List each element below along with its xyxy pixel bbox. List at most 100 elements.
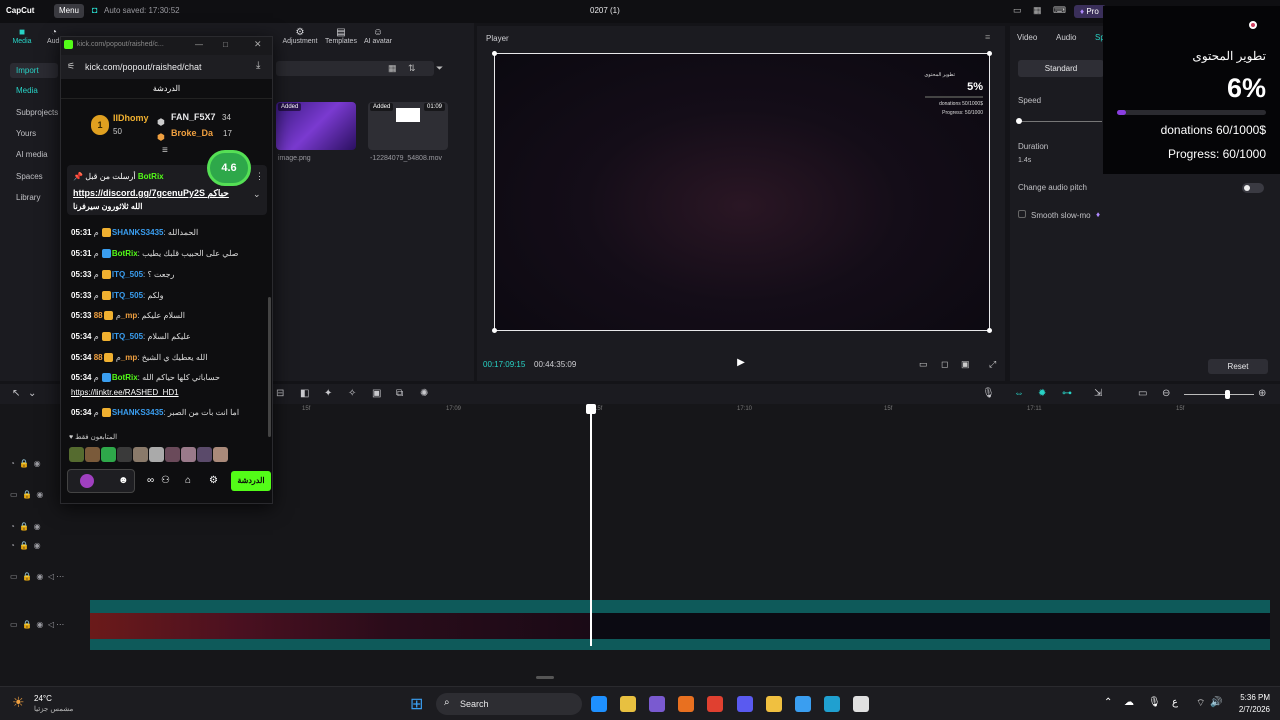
tab-audio[interactable]: Audio — [1056, 33, 1076, 42]
chevron-up-icon[interactable]: ⌃ — [1104, 697, 1112, 708]
tool-adjustment[interactable]: ⚙ Adjustment — [280, 27, 320, 49]
weather-icon[interactable]: ☀ — [12, 694, 25, 711]
chat-scrollbar[interactable] — [268, 297, 271, 437]
track-lock-icon[interactable]: ◔ 🔒 ◉ — [10, 522, 41, 531]
chevron-down-icon[interactable]: ⌄ — [253, 189, 261, 200]
message-user[interactable]: 88_mp — [94, 353, 138, 362]
filter-icon[interactable]: ⏷ — [436, 63, 443, 74]
ratio-icon[interactable]: ▭ — [919, 359, 928, 370]
ai-icon[interactable]: ✺ — [420, 388, 428, 399]
chat-message[interactable]: 05:31 م SHANKS3435: الحمدالله — [71, 228, 261, 242]
playhead-handle[interactable] — [586, 404, 596, 414]
shortcut-icon[interactable]: ⌨ — [1053, 5, 1066, 16]
clock-date[interactable]: 2/7/2026 — [1218, 705, 1270, 714]
player-menu-icon[interactable]: ≡ — [985, 32, 990, 42]
caption-icon[interactable]: ▭ — [1138, 388, 1147, 399]
minimize-icon[interactable]: — — [195, 40, 203, 49]
menu-button[interactable]: Menu — [54, 4, 84, 18]
taskbar-app-icon[interactable] — [766, 696, 782, 712]
emoji-icon[interactable]: ☻ — [118, 475, 129, 486]
sort-icon[interactable]: ⇅ — [408, 63, 416, 74]
zoom-out-icon[interactable]: ⊖ — [1162, 388, 1170, 399]
chat-message[interactable]: 05:33 م ITQ_505: رجعت ؟ — [71, 270, 261, 284]
taskbar-app-icon[interactable] — [707, 696, 723, 712]
tool-media[interactable]: ■ Media — [5, 27, 39, 49]
duration-value[interactable]: 1.4s — [1018, 157, 1031, 164]
site-settings-icon[interactable]: ⚟ — [67, 61, 75, 72]
message-user[interactable]: SHANKS3435 — [112, 408, 164, 417]
taskbar-app-icon[interactable] — [853, 696, 869, 712]
tool-templates[interactable]: ▤ Templates — [322, 27, 360, 49]
nav-spaces[interactable]: Spaces — [10, 169, 58, 184]
mirror-icon[interactable]: ◧ — [300, 388, 309, 399]
follower-avatar[interactable] — [181, 447, 196, 462]
link-icon[interactable]: ⇔ — [1014, 388, 1024, 399]
message-user[interactable]: ITQ_505 — [112, 270, 143, 279]
zoom-icon[interactable]: ◻ — [941, 359, 948, 370]
message-user[interactable]: BotRix — [112, 373, 138, 382]
chat-send-button[interactable]: الدردشة — [231, 471, 271, 491]
nav-library[interactable]: Library — [10, 190, 58, 205]
preview-axis-icon[interactable]: ⇲ — [1094, 388, 1102, 399]
taskbar-app-icon[interactable] — [678, 696, 694, 712]
audio-pitch-toggle[interactable] — [1242, 183, 1264, 193]
project-title[interactable]: 0207 (1) — [590, 6, 620, 15]
chat-message[interactable]: 05:33 م 88_mp: السلام عليكم — [71, 311, 261, 325]
leader-name[interactable]: IIDhomy — [113, 113, 149, 123]
grid-view-icon[interactable]: ▦ — [388, 63, 397, 74]
chat-message[interactable]: 05:34 م SHANKS3435: اما انت بات من الصبر — [71, 408, 261, 422]
chat-message[interactable]: 05:33 م ITQ_505: ولكم — [71, 291, 261, 305]
track-lock-icon[interactable]: ▭ 🔒 ◉ ◁ ⋯ — [10, 620, 64, 629]
speed-slider[interactable] — [1018, 121, 1102, 122]
follower-avatar[interactable] — [85, 447, 100, 462]
close-icon[interactable]: ✕ — [254, 39, 262, 50]
fullscreen-icon[interactable]: ⤢ — [989, 359, 996, 370]
smooth-checkbox[interactable] — [1018, 210, 1026, 218]
leader-name[interactable]: Broke_Da — [171, 128, 213, 138]
cloud-icon[interactable]: ☁ — [1124, 697, 1134, 708]
network-icon[interactable]: ⌔ — [1196, 697, 1205, 710]
nav-media[interactable]: Media — [10, 83, 58, 98]
keyframe-icon[interactable]: ✦ — [324, 388, 332, 399]
taskbar-app-icon[interactable] — [824, 696, 840, 712]
expand-icon[interactable]: ≡ — [162, 145, 168, 156]
gear-icon[interactable]: ⚙ — [209, 475, 218, 486]
chat-message[interactable]: 05:34 م ITQ_505: عليكم السلام — [71, 332, 261, 346]
zoom-slider-handle[interactable] — [1225, 390, 1230, 399]
download-icon[interactable]: ⤓ — [256, 60, 260, 71]
follower-avatar[interactable] — [117, 447, 132, 462]
play-icon[interactable]: ▶ — [735, 357, 747, 369]
tab-video[interactable]: Video — [1017, 33, 1037, 42]
maximize-icon[interactable]: □ — [223, 40, 228, 49]
chevron-down-icon[interactable]: ⌄ — [28, 388, 36, 399]
crop-icon[interactable]: ▣ — [372, 388, 381, 399]
mic-icon[interactable]: 🎙 — [1148, 697, 1161, 708]
taskbar-app-icon[interactable] — [649, 696, 665, 712]
weather-temp[interactable]: 24°C — [34, 694, 52, 703]
follower-avatar[interactable] — [165, 447, 180, 462]
track-lock-icon[interactable]: ◔ 🔒 ◉ — [10, 459, 41, 468]
track-lock-icon[interactable]: ▭ 🔒 ◉ — [10, 490, 43, 499]
taskbar-search[interactable]: ⌕ Search — [436, 693, 582, 715]
leader-name[interactable]: FAN_F5X7 — [171, 112, 216, 122]
users-icon[interactable]: ⚇ — [161, 475, 170, 486]
layout-icon[interactable]: ▭ — [1013, 5, 1022, 16]
taskbar-app-icon[interactable] — [591, 696, 607, 712]
reset-button[interactable]: Reset — [1208, 359, 1268, 374]
resize-handle-tr[interactable] — [987, 51, 992, 56]
follower-avatar[interactable] — [69, 447, 84, 462]
taskbar-app-icon[interactable] — [620, 696, 636, 712]
resize-handle-br[interactable] — [987, 328, 992, 333]
quality-icon[interactable]: ▣ — [961, 359, 970, 370]
zoom-slider[interactable] — [1184, 394, 1254, 395]
nav-ai-media[interactable]: AI media — [10, 147, 58, 162]
track-lock-icon[interactable]: ◔ 🔒 ◉ — [10, 541, 41, 550]
language-icon[interactable]: ع — [1172, 697, 1178, 708]
taskbar-app-icon[interactable] — [737, 696, 753, 712]
chat-message-input[interactable]: ☻ — [67, 469, 135, 493]
zoom-in-icon[interactable]: ⊕ — [1258, 388, 1266, 399]
follower-avatar[interactable] — [101, 447, 116, 462]
infinity-icon[interactable]: ∞ — [147, 475, 154, 486]
store-icon[interactable]: ⌂ — [185, 475, 191, 486]
speed-slider-handle[interactable] — [1016, 118, 1022, 124]
